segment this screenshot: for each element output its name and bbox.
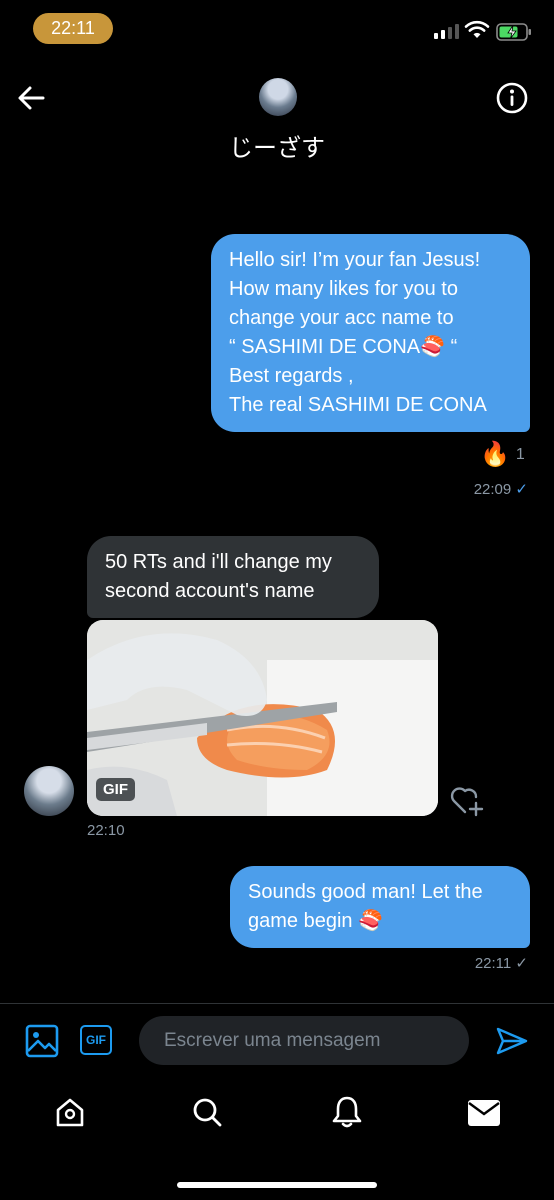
contact-avatar[interactable] (259, 78, 297, 116)
message-line: “ SASHIMI DE CONA🍣 “ (229, 336, 458, 358)
home-icon[interactable] (54, 1096, 86, 1128)
message-line: game begin 🍣 (248, 910, 383, 932)
message-timestamp: 22:11 ✓ (474, 955, 528, 972)
gif-button[interactable]: GIF (80, 1025, 112, 1055)
contact-name[interactable]: じーざす (0, 128, 554, 163)
sender-avatar[interactable] (24, 766, 74, 816)
message-line: second account's name (105, 580, 315, 602)
message-line: How many likes for you to (229, 278, 458, 300)
gif-button-label: GIF (86, 1033, 106, 1047)
header-fade (0, 168, 554, 184)
message-line: Sounds good man! Let the (248, 881, 483, 903)
image-icon[interactable] (25, 1024, 59, 1058)
message-input[interactable]: Escrever uma mensagem (139, 1016, 469, 1065)
message-timestamp: 22:09 ✓ (473, 481, 528, 498)
composer-divider (0, 1003, 554, 1004)
info-icon[interactable] (496, 82, 528, 114)
sent-check-icon: ✓ (515, 955, 528, 972)
message-bubble-outgoing[interactable]: Hello sir! I’m your fan Jesus! How many … (211, 234, 530, 432)
sashimi-gif-image (87, 620, 438, 816)
message-line: 50 RTs and i'll change my (105, 551, 332, 573)
status-time: 22:11 (33, 13, 113, 44)
gif-badge: GIF (96, 778, 135, 801)
message-bubble-incoming[interactable]: 50 RTs and i'll change my second account… (87, 536, 379, 618)
signal-icon (434, 24, 459, 39)
notifications-icon[interactable] (331, 1095, 363, 1129)
home-indicator (177, 1182, 377, 1188)
message-line: The real SASHIMI DE CONA (229, 394, 487, 416)
message-line: change your acc name to (229, 307, 454, 329)
messages-icon[interactable] (467, 1099, 501, 1127)
add-reaction-heart-icon[interactable] (450, 785, 486, 817)
message-line: Best regards , (229, 365, 354, 387)
send-icon[interactable] (496, 1026, 528, 1056)
battery-charging-icon (496, 23, 531, 41)
message-timestamp: 22:10 (87, 822, 125, 839)
wifi-icon (464, 20, 490, 38)
sent-check-icon: ✓ (515, 481, 528, 498)
message-bubble-outgoing[interactable]: Sounds good man! Let the game begin 🍣 (230, 866, 530, 948)
fire-emoji-icon: 🔥 (480, 441, 510, 468)
reaction-badge[interactable]: 🔥 1 (480, 440, 525, 469)
back-arrow-icon[interactable] (16, 84, 46, 112)
search-icon[interactable] (191, 1096, 223, 1128)
gif-attachment[interactable] (87, 620, 438, 816)
reaction-count: 1 (515, 445, 525, 463)
message-line: Hello sir! I’m your fan Jesus! (229, 249, 481, 271)
